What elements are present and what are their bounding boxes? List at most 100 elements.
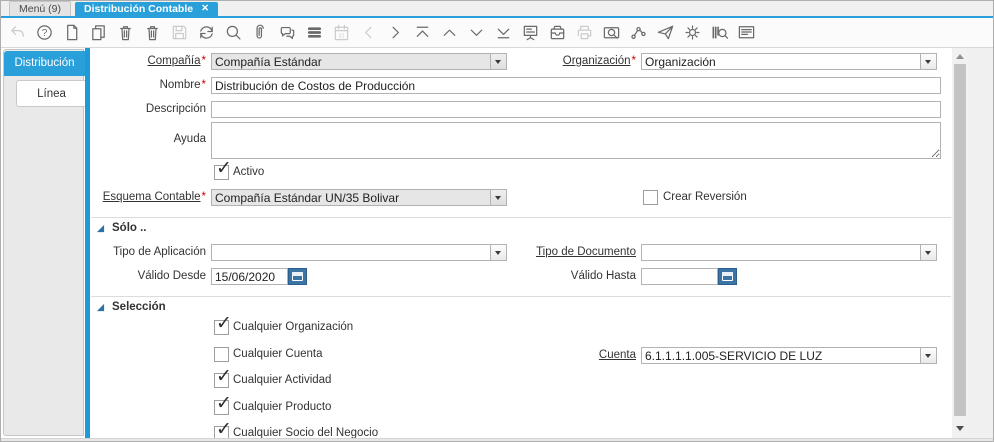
svg-text:31: 31 bbox=[338, 34, 344, 40]
sidebar-tab-l-nea[interactable]: Línea bbox=[16, 80, 86, 107]
solo-section-header: Sólo .. bbox=[96, 222, 147, 234]
window-help-icon[interactable] bbox=[737, 22, 756, 43]
attachment-icon[interactable] bbox=[251, 22, 270, 43]
esquema-contable-input[interactable] bbox=[212, 190, 490, 205]
checkbox-cualquier-organizaci-n[interactable]: ✓ bbox=[214, 312, 232, 335]
close-tab-icon[interactable]: ✕ bbox=[201, 2, 209, 16]
workflow-icon[interactable] bbox=[629, 22, 648, 43]
organizacion-label[interactable]: Organización* bbox=[501, 53, 636, 70]
check-icon: ✓ bbox=[216, 312, 232, 334]
valido-hasta-calendar-icon[interactable] bbox=[718, 268, 737, 285]
tipo-documento-label[interactable]: Tipo de Documento bbox=[501, 244, 636, 261]
activo-label: Activo bbox=[233, 166, 265, 178]
solo-section-title: Sólo .. bbox=[112, 222, 147, 234]
cuenta-input[interactable] bbox=[642, 348, 920, 363]
scrollbar-thumb[interactable] bbox=[954, 64, 966, 416]
compania-input[interactable] bbox=[212, 54, 490, 69]
compania-combo bbox=[211, 53, 507, 70]
application-window: Menú (9) Distribución Contable ✕ ? 31 Distr… bbox=[0, 0, 994, 442]
tipo-aplicacion-input[interactable] bbox=[212, 245, 490, 260]
first-record-icon[interactable] bbox=[413, 22, 432, 43]
checkbox-cualquier-producto[interactable]: ✓ bbox=[214, 392, 232, 415]
scroll-down-icon[interactable] bbox=[956, 426, 964, 431]
checkbox-label-cualquier-producto: Cualquier Producto bbox=[233, 401, 332, 413]
parent-record-icon bbox=[359, 22, 378, 43]
nombre-label: Nombre* bbox=[159, 79, 206, 91]
crear-reversion-checkbox[interactable] bbox=[643, 190, 658, 205]
tipo-aplicacion-combo bbox=[211, 244, 507, 261]
tipo-documento-input[interactable] bbox=[642, 245, 920, 260]
collapse-icon[interactable] bbox=[96, 303, 105, 312]
section-divider bbox=[91, 217, 951, 218]
nombre-input[interactable] bbox=[211, 77, 941, 94]
descripcion-label: Descripción bbox=[145, 103, 206, 115]
chat-icon[interactable] bbox=[278, 22, 297, 43]
toolbar: ? 31 bbox=[1, 18, 993, 48]
screenshot-icon[interactable] bbox=[602, 22, 621, 43]
valido-hasta-label: Válido Hasta bbox=[570, 270, 636, 282]
cuenta-label[interactable]: Cuenta bbox=[501, 347, 636, 364]
previous-record-icon[interactable] bbox=[440, 22, 459, 43]
esquema-contable-dropdown-icon[interactable] bbox=[490, 190, 506, 205]
report-icon[interactable] bbox=[521, 22, 540, 43]
checkbox-label-cualquier-organizaci-n: Cualquier Organización bbox=[233, 321, 354, 333]
help-icon[interactable]: ? bbox=[35, 22, 54, 43]
tipo-documento-combo bbox=[641, 244, 937, 261]
undo-icon bbox=[8, 22, 27, 43]
checkbox-cualquier-actividad[interactable]: ✓ bbox=[214, 365, 232, 388]
send-mail-icon[interactable] bbox=[656, 22, 675, 43]
activo-checkbox[interactable]: ✓ bbox=[214, 157, 232, 180]
esquema-contable-label[interactable]: Esquema Contable* bbox=[89, 189, 206, 206]
grid-toggle-icon[interactable] bbox=[305, 22, 324, 43]
collapse-icon[interactable] bbox=[96, 224, 105, 233]
esquema-contable-combo bbox=[211, 189, 507, 206]
ayuda-textarea[interactable] bbox=[211, 122, 941, 159]
last-record-icon[interactable] bbox=[494, 22, 513, 43]
delete-selection-icon[interactable] bbox=[143, 22, 162, 43]
detail-record-icon[interactable] bbox=[386, 22, 405, 43]
svg-text:?: ? bbox=[42, 28, 48, 39]
organizacion-dropdown-icon[interactable] bbox=[920, 54, 936, 69]
check-icon: ✓ bbox=[216, 418, 232, 440]
archive-icon[interactable] bbox=[548, 22, 567, 43]
ayuda-label: Ayuda bbox=[173, 133, 206, 145]
vertical-scrollbar[interactable] bbox=[952, 48, 968, 438]
seleccion-section-title: Selección bbox=[112, 301, 166, 313]
check-icon: ✓ bbox=[216, 157, 232, 179]
sidebar-tab-distribuci-n[interactable]: Distribución bbox=[4, 51, 85, 76]
cuenta-dropdown-icon[interactable] bbox=[920, 348, 936, 363]
tipo-documento-dropdown-icon[interactable] bbox=[920, 245, 936, 260]
product-info-icon[interactable] bbox=[710, 22, 729, 43]
new-record-icon[interactable] bbox=[62, 22, 81, 43]
descripcion-input[interactable] bbox=[211, 101, 941, 118]
checkbox-cualquier-cuenta[interactable] bbox=[214, 347, 229, 362]
seleccion-section-header: Selección bbox=[96, 301, 166, 313]
window-tab-men-9[interactable]: Menú (9) bbox=[9, 1, 72, 16]
checkbox-label-cualquier-actividad: Cualquier Actividad bbox=[233, 374, 332, 386]
find-record-icon[interactable] bbox=[224, 22, 243, 43]
calendar-icon: 31 bbox=[332, 22, 351, 43]
valido-desde-label: Válido Desde bbox=[137, 270, 206, 282]
window-tab-distribuci-n-contable[interactable]: Distribución Contable ✕ bbox=[75, 2, 219, 16]
window-tab-label: Menú (9) bbox=[19, 3, 62, 15]
check-icon: ✓ bbox=[216, 392, 232, 414]
copy-record-icon[interactable] bbox=[89, 22, 108, 43]
valido-desde-calendar-icon[interactable] bbox=[288, 268, 307, 285]
preference-icon[interactable] bbox=[683, 22, 702, 43]
scroll-up-icon[interactable] bbox=[956, 54, 964, 59]
check-icon: ✓ bbox=[216, 365, 232, 387]
organizacion-combo bbox=[641, 53, 937, 70]
window-tab-label: Distribución Contable bbox=[84, 3, 194, 15]
section-divider bbox=[91, 296, 951, 297]
delete-record-icon[interactable] bbox=[116, 22, 135, 43]
valido-hasta-input[interactable] bbox=[641, 268, 718, 285]
compania-label[interactable]: Compañía* bbox=[89, 53, 206, 70]
organizacion-input[interactable] bbox=[642, 54, 920, 69]
horizontal-scrollbar[interactable] bbox=[1, 438, 993, 441]
checkbox-label-cualquier-cuenta: Cualquier Cuenta bbox=[233, 348, 323, 360]
valido-desde-input[interactable] bbox=[211, 268, 288, 285]
next-record-icon[interactable] bbox=[467, 22, 486, 43]
refresh-icon[interactable] bbox=[197, 22, 216, 43]
window-tabbar: Menú (9) Distribución Contable ✕ bbox=[1, 1, 993, 16]
crear-reversion-label: Crear Reversión bbox=[663, 191, 747, 203]
